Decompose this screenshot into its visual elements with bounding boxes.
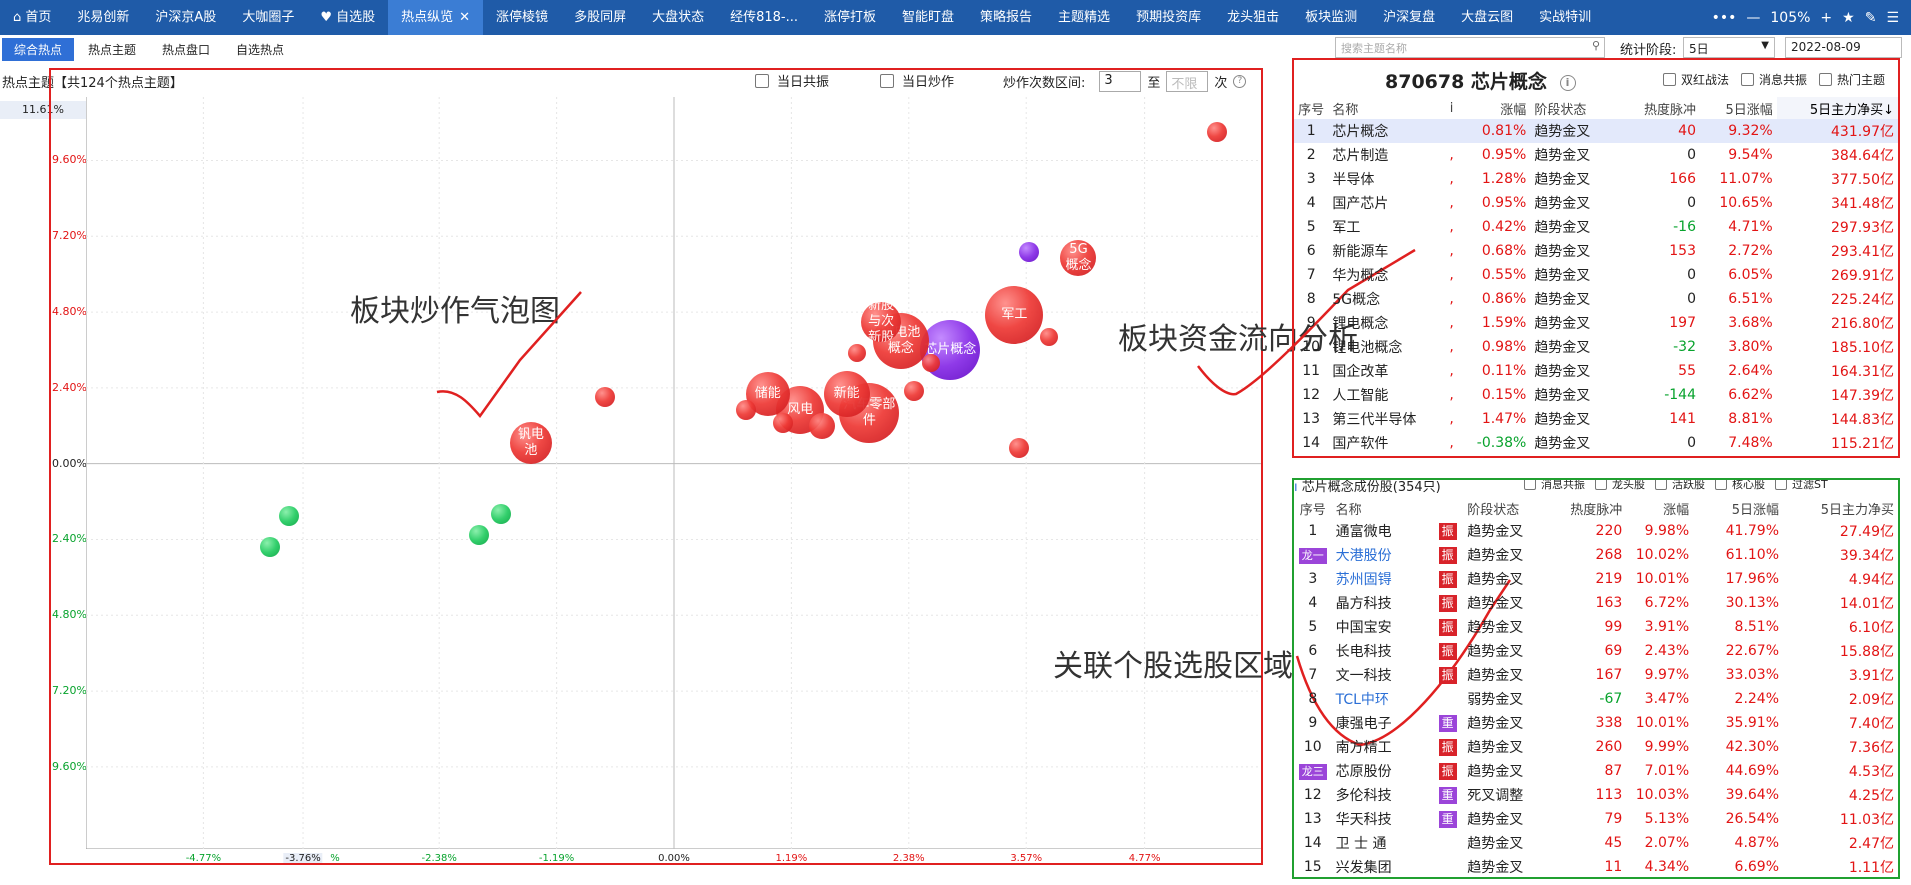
- nav-tab-12[interactable]: 策略报告: [967, 0, 1045, 35]
- nav-tab-6[interactable]: 涨停棱镜: [483, 0, 561, 35]
- nav-tab-10[interactable]: 涨停打板: [811, 0, 889, 35]
- nav-tab-label: 大盘状态: [652, 10, 705, 25]
- nav-tab-9[interactable]: 经传818-...: [717, 0, 811, 35]
- nav-tab-label: 多股同屏: [574, 10, 627, 25]
- nav-tab-11[interactable]: 智能盯盘: [889, 0, 967, 35]
- nav-tab-3[interactable]: 大咖圈子: [229, 0, 307, 35]
- nav-tab-label: 主题精选: [1058, 10, 1111, 25]
- nav-tab-15[interactable]: 龙头狙击: [1214, 0, 1292, 35]
- date-value: 2022-08-09: [1791, 40, 1861, 54]
- annotation-bubble-chart: 板块炒作气泡图: [350, 294, 560, 329]
- nav-tab-label: 经传818-...: [730, 10, 798, 25]
- chevron-down-icon: ▼: [1761, 40, 1769, 51]
- nav-tab-label: 策略报告: [980, 10, 1033, 25]
- nav-tab-8[interactable]: 大盘状态: [639, 0, 717, 35]
- zoom-out-icon[interactable]: —: [1746, 10, 1760, 26]
- nav-tab-label: 大咖圈子: [242, 10, 295, 25]
- stage-select[interactable]: 5日 ▼: [1683, 37, 1775, 58]
- stage-label: 统计阶段:: [1620, 43, 1677, 58]
- nav-tab-4[interactable]: ♥ 自选股: [307, 0, 388, 35]
- nav-tab-label: 实战特训: [1539, 10, 1592, 25]
- zoom-in-icon[interactable]: +: [1820, 10, 1832, 26]
- nav-tab-18[interactable]: 大盘云图: [1448, 0, 1526, 35]
- sub-tab-1[interactable]: 热点主题: [76, 38, 148, 61]
- fund-flow-highlight-frame: [1292, 58, 1900, 458]
- window-controls: ••• — 105% + ★ ✎ ☰: [1712, 10, 1911, 26]
- nav-tab-14[interactable]: 预期投资库: [1123, 0, 1214, 35]
- nav-tab-16[interactable]: 板块监测: [1292, 0, 1370, 35]
- zoom-level[interactable]: 105%: [1770, 10, 1810, 26]
- sub-tab-0[interactable]: 综合热点: [2, 37, 75, 61]
- nav-tab-17[interactable]: 沪深复盘: [1370, 0, 1448, 35]
- nav-tab-label: 智能盯盘: [902, 10, 955, 25]
- nav-tab-2[interactable]: 沪深京A股: [142, 0, 229, 35]
- nav-tab-label: 热点纵览: [401, 10, 454, 25]
- stock-pick-highlight-frame: [1292, 478, 1900, 879]
- nav-tab-label: 涨停棱镜: [496, 10, 549, 25]
- nav-tab-1[interactable]: 兆易创新: [64, 0, 142, 35]
- nav-tab-label: 大盘云图: [1461, 10, 1514, 25]
- search-placeholder: 搜索主题名称: [1341, 42, 1407, 55]
- nav-tab-label: 沪深京A股: [155, 10, 217, 25]
- nav-tab-19[interactable]: 实战特训: [1526, 0, 1604, 35]
- more-icon[interactable]: •••: [1712, 10, 1737, 26]
- nav-tab-label: ♥ 自选股: [320, 10, 376, 25]
- nav-tab-label: 龙头狙击: [1227, 10, 1280, 25]
- nav-tab-label: ⌂ 首页: [13, 10, 52, 25]
- date-picker[interactable]: 2022-08-09: [1785, 37, 1902, 58]
- nav-tab-7[interactable]: 多股同屏: [561, 0, 639, 35]
- nav-tab-label: 涨停打板: [824, 10, 877, 25]
- close-icon[interactable]: ✕: [459, 10, 470, 25]
- top-nav: ⌂ 首页 兆易创新 沪深京A股 大咖圈子 ♥ 自选股 热点纵览 ✕ 涨停棱镜 多股同屏 大盘状态 经…: [0, 0, 1911, 35]
- sub-tab-3[interactable]: 自选热点: [224, 38, 296, 61]
- star-icon[interactable]: ★: [1842, 10, 1855, 26]
- annotation-stock-pick: 关联个股选股区域: [1053, 649, 1293, 684]
- nav-tab-label: 板块监测: [1305, 10, 1358, 25]
- menu-icon[interactable]: ☰: [1886, 10, 1899, 26]
- nav-tab-0[interactable]: ⌂ 首页: [0, 0, 64, 35]
- edit-icon[interactable]: ✎: [1865, 10, 1877, 26]
- sub-tab-2[interactable]: 热点盘口: [150, 38, 222, 61]
- search-icon[interactable]: ⚲: [1592, 39, 1600, 52]
- nav-tab-13[interactable]: 主题精选: [1045, 0, 1123, 35]
- theme-search-input[interactable]: 搜索主题名称 ⚲: [1335, 37, 1605, 58]
- nav-tab-5[interactable]: 热点纵览 ✕: [388, 0, 484, 35]
- nav-tab-label: 沪深复盘: [1383, 10, 1436, 25]
- stage-value: 5日: [1689, 42, 1709, 56]
- bubble-chart-highlight-frame: [49, 68, 1263, 865]
- nav-tab-label: 预期投资库: [1136, 10, 1202, 25]
- nav-tab-label: 兆易创新: [77, 10, 130, 25]
